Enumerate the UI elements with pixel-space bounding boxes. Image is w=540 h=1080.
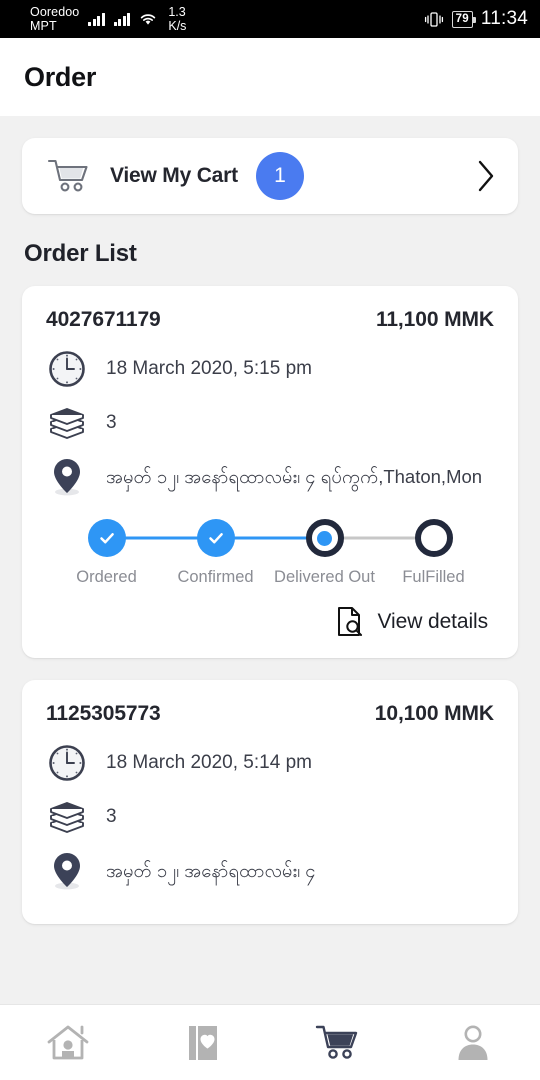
step-label-ordered: Ordered — [76, 568, 137, 586]
wifi-icon — [141, 14, 156, 25]
signal-bars-icon-2 — [113, 12, 131, 26]
view-details-label: View details — [377, 609, 489, 633]
step-delivered-out: Delivered Out — [270, 518, 379, 588]
order-status-stepper: Ordered Confirmed Delivered Out FulFille… — [46, 518, 494, 588]
location-pin-icon — [46, 850, 88, 892]
carrier-secondary: MPT — [30, 19, 57, 33]
order-address-row: အမှတ် ၁၂၊ အနော်ရထာလမ်း၊ ၄ — [46, 850, 494, 894]
step-ordered: Ordered — [52, 518, 161, 588]
order-address: အမှတ် ၁၂၊ အနော်ရထာလမ်း၊ ၄ ရပ်ကွက်,Thaton… — [106, 466, 483, 487]
cart-icon — [315, 1025, 357, 1059]
step-node-delivered-out — [305, 519, 344, 557]
order-address-row: အမှတ် ၁၂၊ အနော်ရထာလမ်း၊ ၄ ရပ်ကွက်,Thaton… — [46, 456, 494, 500]
step-node-fulfilled — [414, 519, 453, 557]
nav-item-profile[interactable] — [405, 1005, 540, 1080]
order-items-row: 3 — [46, 402, 494, 446]
network-speed-value: 1.3 — [168, 5, 186, 19]
order-card[interactable]: 1125305773 10,100 MMK 18 March 2020, 5:1… — [22, 679, 518, 924]
status-bar: Ooredoo MPT 1.3 K/s 79 11:34 — [0, 0, 540, 38]
step-fulfilled: FulFilled — [379, 518, 488, 588]
clock-icon — [46, 348, 88, 390]
step-node-ordered — [87, 519, 126, 557]
books-stack-icon — [46, 796, 88, 838]
app-bar: Order — [0, 38, 540, 116]
nav-item-wishlist[interactable] — [135, 1005, 270, 1080]
order-header: 4027671179 11,100 MMK — [46, 308, 494, 332]
order-datetime: 18 March 2020, 5:14 pm — [106, 751, 312, 773]
signal-bars-icon — [88, 12, 105, 26]
step-label-fulfilled: FulFilled — [402, 568, 465, 586]
battery-icon: 79 — [451, 10, 477, 28]
shopping-cart-icon — [47, 159, 88, 192]
battery-level: 79 — [455, 13, 469, 25]
vibrate-icon — [424, 11, 443, 27]
status-bar-clock: 11:34 — [480, 8, 528, 29]
order-address: အမှတ် ၁၂၊ အနော်ရထာလမ်း၊ ၄ — [106, 859, 316, 881]
network-speed: 1.3 K/s — [168, 5, 186, 33]
cart-count-badge: 1 — [255, 152, 304, 200]
step-label-delivered-out: Delivered Out — [274, 568, 375, 586]
cart-label: View My Cart — [110, 164, 238, 187]
order-items-row: 3 — [46, 796, 494, 840]
document-search-icon — [337, 606, 362, 636]
nav-item-home[interactable] — [0, 1005, 135, 1080]
home-icon — [47, 1025, 88, 1059]
order-item-count: 3 — [106, 412, 117, 433]
status-bar-right: 79 11:34 — [424, 8, 528, 30]
order-item-count: 3 — [106, 805, 117, 827]
order-total: 11,100 MMK — [375, 308, 494, 331]
carrier-names: Ooredoo MPT — [30, 5, 79, 33]
order-id: 1125305773 — [46, 701, 161, 725]
book-heart-icon — [188, 1025, 217, 1060]
chevron-right-icon[interactable] — [476, 159, 496, 193]
step-confirmed: Confirmed — [161, 518, 270, 588]
location-pin-icon — [46, 456, 88, 498]
order-datetime-row: 18 March 2020, 5:14 pm — [46, 742, 494, 786]
network-speed-unit: K/s — [168, 19, 187, 33]
order-total: 10,100 MMK — [374, 701, 494, 725]
order-datetime: 18 March 2020, 5:15 pm — [106, 358, 312, 379]
bottom-navigation — [0, 1004, 540, 1080]
order-datetime-row: 18 March 2020, 5:15 pm — [46, 348, 494, 392]
step-node-confirmed — [196, 519, 235, 557]
order-header: 1125305773 10,100 MMK — [46, 702, 494, 726]
scroll-content[interactable]: View My Cart 1 Order List 4027671179 11,… — [0, 116, 540, 1004]
order-card[interactable]: 4027671179 11,100 MMK 18 March 2020, 5:1… — [22, 286, 518, 658]
view-my-cart-button[interactable]: View My Cart 1 — [22, 138, 518, 214]
app-screen: Ooredoo MPT 1.3 K/s 79 11:34 Order View … — [0, 0, 540, 1080]
order-list-title: Order List — [24, 240, 137, 267]
status-bar-left: Ooredoo MPT 1.3 K/s — [30, 5, 186, 33]
view-details-button[interactable]: View details — [46, 606, 494, 638]
clock-icon — [46, 742, 88, 784]
carrier-primary: Ooredoo — [30, 5, 80, 19]
person-icon — [458, 1025, 487, 1060]
books-stack-icon — [46, 402, 88, 444]
order-id: 4027671179 — [46, 308, 161, 331]
step-label-confirmed: Confirmed — [177, 568, 254, 586]
nav-item-cart[interactable] — [270, 1005, 405, 1080]
page-title: Order — [24, 61, 97, 92]
